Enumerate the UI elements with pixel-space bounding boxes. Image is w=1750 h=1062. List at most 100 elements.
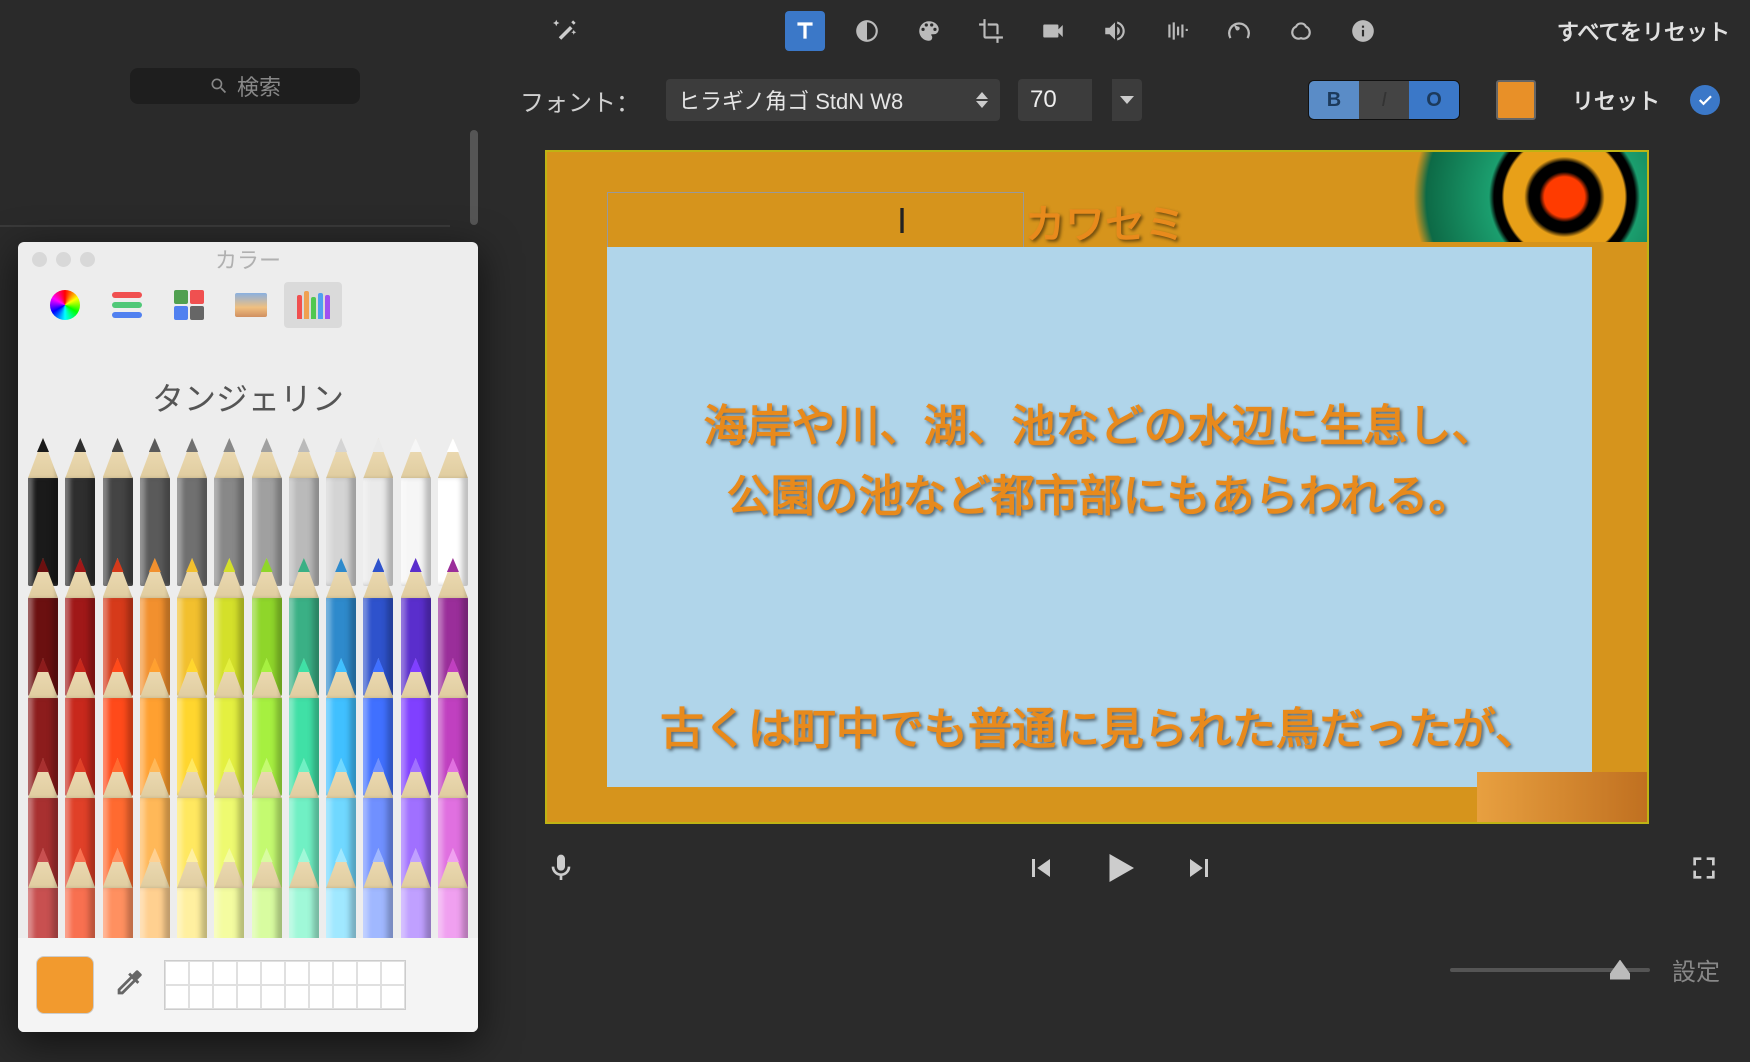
swatch-cell[interactable] bbox=[381, 985, 405, 1009]
color-window-titlebar[interactable]: カラー bbox=[18, 242, 478, 276]
eyedropper-icon bbox=[112, 966, 146, 1000]
apply-button[interactable] bbox=[1690, 85, 1720, 115]
chevron-down-icon bbox=[1120, 96, 1134, 104]
font-family-dropdown[interactable]: ヒラギノ角ゴ StdN W8 bbox=[666, 79, 1000, 121]
reset-button[interactable]: リセット bbox=[1572, 84, 1660, 116]
font-size-field[interactable]: 70 bbox=[1018, 79, 1092, 121]
auto-enhance-button[interactable] bbox=[545, 11, 585, 51]
pencil-color[interactable] bbox=[28, 886, 58, 946]
color-tab[interactable] bbox=[847, 11, 887, 51]
preview-viewer[interactable]: Ⅰ カワセミ 海岸や川、湖、池などの水辺に生息し、 公園の池など都市部にもあらわ… bbox=[545, 150, 1649, 824]
swatch-cell[interactable] bbox=[165, 961, 189, 985]
eyedropper-button[interactable] bbox=[112, 966, 146, 1005]
next-frame-button[interactable] bbox=[1181, 850, 1217, 891]
swatch-cell[interactable] bbox=[309, 961, 333, 985]
pencil-color[interactable] bbox=[140, 886, 170, 946]
pencil-color[interactable] bbox=[401, 886, 431, 946]
contrast-icon bbox=[854, 18, 880, 44]
expand-icon bbox=[1688, 852, 1720, 884]
swatch-cell[interactable] bbox=[237, 985, 261, 1009]
color-sliders-tab[interactable] bbox=[98, 282, 156, 328]
skip-next-icon bbox=[1181, 850, 1217, 886]
swatch-cell[interactable] bbox=[189, 961, 213, 985]
stepper-icon bbox=[976, 92, 988, 108]
swatch-cell[interactable] bbox=[285, 985, 309, 1009]
italic-button[interactable]: I bbox=[1359, 81, 1409, 119]
pencil-color[interactable] bbox=[326, 886, 356, 946]
color-palette-tab[interactable] bbox=[160, 282, 218, 328]
text-color-swatch[interactable] bbox=[1496, 80, 1536, 120]
text-icon bbox=[792, 18, 818, 44]
zoom-thumb[interactable] bbox=[1610, 960, 1630, 980]
pencil-color[interactable] bbox=[65, 886, 95, 946]
swatch-cell[interactable] bbox=[309, 985, 333, 1009]
current-color-swatch[interactable] bbox=[36, 956, 94, 1014]
image-palette-tab[interactable] bbox=[222, 282, 280, 328]
speed-tab[interactable] bbox=[1219, 11, 1259, 51]
pencil-color[interactable] bbox=[363, 886, 393, 946]
zoom-slider[interactable] bbox=[1450, 968, 1650, 972]
color-window-title: カラー bbox=[215, 243, 281, 275]
playback-bar bbox=[490, 840, 1750, 900]
color-wheel-tab[interactable] bbox=[36, 282, 94, 328]
eq-tab[interactable] bbox=[1157, 11, 1197, 51]
swatch-cell[interactable] bbox=[261, 985, 285, 1009]
filter-tab[interactable] bbox=[1281, 11, 1321, 51]
swatch-cell[interactable] bbox=[357, 961, 381, 985]
swatch-cell[interactable] bbox=[333, 985, 357, 1009]
swatch-cell[interactable] bbox=[213, 985, 237, 1009]
settings-button[interactable]: 設定 bbox=[1672, 952, 1720, 987]
swatch-cell[interactable] bbox=[165, 985, 189, 1009]
color-picker-window: カラー タンジェリン bbox=[18, 242, 478, 1032]
pencils-icon bbox=[297, 291, 330, 319]
pencil-color[interactable] bbox=[103, 886, 133, 946]
swatch-cell[interactable] bbox=[237, 961, 261, 985]
saved-swatches-grid[interactable] bbox=[164, 960, 406, 1010]
pencil-palette bbox=[18, 436, 478, 946]
title-text[interactable]: カワセミ bbox=[1025, 192, 1185, 250]
equalizer-icon bbox=[1164, 18, 1190, 44]
font-family-value: ヒラギノ角ゴ StdN W8 bbox=[678, 84, 903, 116]
bold-button[interactable]: B bbox=[1309, 81, 1359, 119]
body-text-container[interactable]: 海岸や川、湖、池などの水辺に生息し、 公園の池など都市部にもあらわれる。 古くは… bbox=[607, 247, 1592, 787]
pencil-color[interactable] bbox=[177, 886, 207, 946]
window-traffic-lights[interactable] bbox=[32, 252, 95, 267]
swatch-cell[interactable] bbox=[213, 961, 237, 985]
grid-icon bbox=[174, 290, 204, 320]
title-text-selection[interactable] bbox=[607, 192, 1024, 249]
swatch-cell[interactable] bbox=[381, 961, 405, 985]
reset-all-button[interactable]: すべてをリセット bbox=[1557, 15, 1730, 47]
pencil-color[interactable] bbox=[289, 886, 319, 946]
pencil-color[interactable] bbox=[214, 886, 244, 946]
prev-frame-button[interactable] bbox=[1023, 850, 1059, 891]
palette-icon bbox=[916, 18, 942, 44]
crop-tab[interactable] bbox=[971, 11, 1011, 51]
pencil-color[interactable] bbox=[252, 886, 282, 946]
pencils-tab[interactable] bbox=[284, 282, 342, 328]
swatch-cell[interactable] bbox=[189, 985, 213, 1009]
body-paragraph-1: 海岸や川、湖、池などの水辺に生息し、 公園の池など都市部にもあらわれる。 bbox=[607, 392, 1592, 533]
camera-icon bbox=[1040, 18, 1066, 44]
magic-wand-icon bbox=[550, 16, 580, 46]
sidebar-scrollbar[interactable] bbox=[470, 130, 478, 225]
volume-tab[interactable] bbox=[1095, 11, 1135, 51]
titles-tab[interactable] bbox=[785, 11, 825, 51]
outline-button[interactable]: O bbox=[1409, 81, 1459, 119]
search-input[interactable]: 検索 bbox=[130, 68, 360, 104]
body-paragraph-2: 古くは町中でも普通に見られた鳥だったが、 bbox=[607, 693, 1592, 757]
voiceover-button[interactable] bbox=[545, 852, 577, 889]
palette-tab[interactable] bbox=[909, 11, 949, 51]
swatch-cell[interactable] bbox=[285, 961, 309, 985]
swatch-cell[interactable] bbox=[261, 961, 285, 985]
bottom-bar: 設定 bbox=[1450, 952, 1720, 987]
info-tab[interactable] bbox=[1343, 11, 1383, 51]
pencil-color[interactable] bbox=[438, 886, 468, 946]
fullscreen-button[interactable] bbox=[1688, 852, 1720, 889]
selected-color-name: タンジェリン bbox=[18, 334, 478, 436]
swatch-cell[interactable] bbox=[333, 961, 357, 985]
stabilize-tab[interactable] bbox=[1033, 11, 1073, 51]
play-button[interactable] bbox=[1099, 847, 1141, 894]
font-size-dropdown[interactable] bbox=[1112, 79, 1142, 121]
swatch-cell[interactable] bbox=[357, 985, 381, 1009]
pencil-row bbox=[28, 886, 468, 946]
